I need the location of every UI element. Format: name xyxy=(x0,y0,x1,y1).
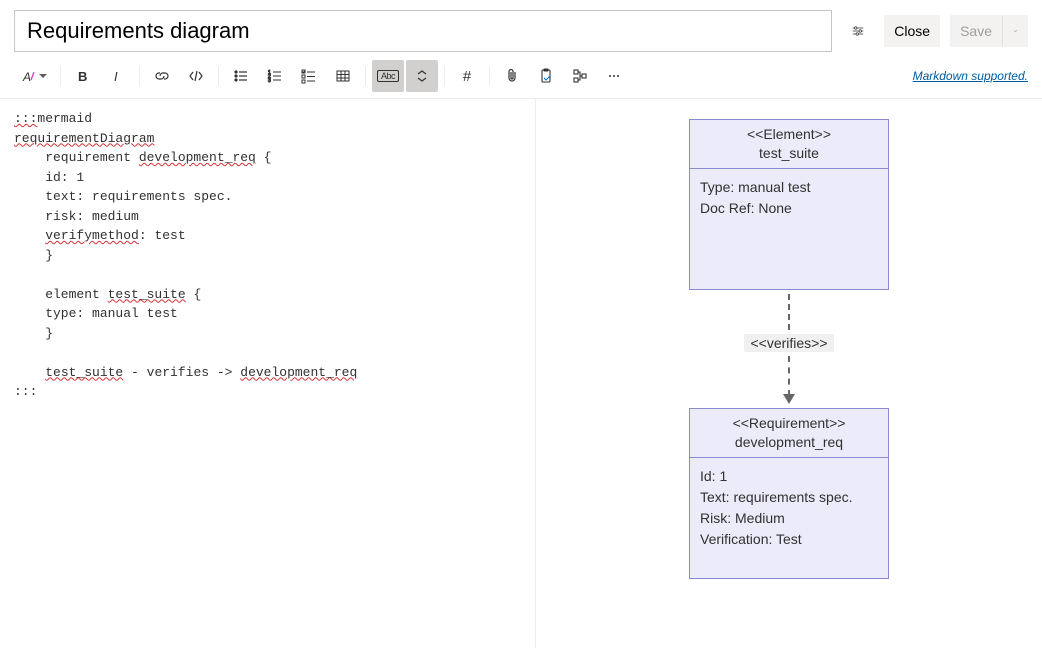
edge-line-icon xyxy=(788,356,790,396)
italic-icon: I xyxy=(109,68,125,84)
heading-button[interactable]: # xyxy=(451,60,483,92)
table-button[interactable] xyxy=(327,60,359,92)
element-type-row: Type: manual test xyxy=(700,177,878,198)
link-button[interactable] xyxy=(146,60,178,92)
clipboard-button[interactable] xyxy=(530,60,562,92)
more-button[interactable] xyxy=(598,60,630,92)
link-icon xyxy=(154,68,170,84)
requirement-node: <<Requirement>> development_req Id: 1 Te… xyxy=(689,408,889,579)
close-button[interactable]: Close xyxy=(884,15,940,47)
separator xyxy=(60,66,61,86)
bullet-list-icon xyxy=(233,68,249,84)
save-button-group: Save xyxy=(950,15,1028,47)
element-node-header: <<Element>> test_suite xyxy=(690,120,888,169)
separator xyxy=(365,66,366,86)
requirement-text-row: Text: requirements spec. xyxy=(700,487,878,508)
work-item-button[interactable] xyxy=(564,60,596,92)
save-dropdown-button[interactable] xyxy=(1002,15,1028,47)
bold-icon: B xyxy=(75,68,91,84)
chevron-down-icon xyxy=(1013,26,1018,36)
font-style-icon: A xyxy=(21,68,37,84)
sliders-icon xyxy=(852,25,864,37)
abc-icon: Abc xyxy=(377,70,399,82)
code-button[interactable] xyxy=(180,60,212,92)
separator xyxy=(139,66,140,86)
bold-button[interactable]: B xyxy=(67,60,99,92)
settings-button[interactable] xyxy=(842,15,874,47)
requirement-stereotype: <<Requirement>> xyxy=(696,414,882,433)
separator xyxy=(218,66,219,86)
separator xyxy=(489,66,490,86)
more-icon xyxy=(606,68,622,84)
preview-pane: <<Element>> test_suite Type: manual test… xyxy=(536,99,1042,648)
toolbar: A B I 123 Abc # Markdown supported. xyxy=(0,58,1042,99)
svg-text:A: A xyxy=(22,70,31,84)
attachment-button[interactable] xyxy=(496,60,528,92)
requirement-risk-row: Risk: Medium xyxy=(700,508,878,529)
element-docref-row: Doc Ref: None xyxy=(700,198,878,219)
bullet-list-button[interactable] xyxy=(225,60,257,92)
clipboard-icon xyxy=(538,68,554,84)
paperclip-icon xyxy=(504,68,520,84)
separator xyxy=(444,66,445,86)
edge-label: <<verifies>> xyxy=(744,334,833,352)
edge: <<verifies>> xyxy=(679,294,899,404)
arrowhead-icon xyxy=(783,394,795,404)
main-area: :::mermaid requirementDiagram requiremen… xyxy=(0,99,1042,648)
save-button[interactable]: Save xyxy=(950,15,1002,47)
element-name: test_suite xyxy=(696,144,882,163)
svg-text:I: I xyxy=(114,69,118,84)
table-icon xyxy=(335,68,351,84)
title-input[interactable] xyxy=(14,10,832,52)
requirement-node-header: <<Requirement>> development_req xyxy=(690,409,888,458)
numbered-list-button[interactable]: 123 xyxy=(259,60,291,92)
svg-text:3: 3 xyxy=(268,78,271,84)
collapse-button[interactable] xyxy=(406,60,438,92)
element-stereotype: <<Element>> xyxy=(696,125,882,144)
markdown-supported-link[interactable]: Markdown supported. xyxy=(913,69,1028,83)
source-editor[interactable]: :::mermaid requirementDiagram requiremen… xyxy=(0,99,536,648)
element-node-body: Type: manual test Doc Ref: None xyxy=(690,169,888,289)
svg-text:B: B xyxy=(78,69,87,84)
requirement-name: development_req xyxy=(696,433,882,452)
element-node: <<Element>> test_suite Type: manual test… xyxy=(689,119,889,290)
requirement-id-row: Id: 1 xyxy=(700,466,878,487)
requirement-node-body: Id: 1 Text: requirements spec. Risk: Med… xyxy=(690,458,888,578)
requirement-diagram: <<Element>> test_suite Type: manual test… xyxy=(679,119,899,579)
numbered-list-icon: 123 xyxy=(267,68,283,84)
abc-button[interactable]: Abc xyxy=(372,60,404,92)
checklist-button[interactable] xyxy=(293,60,325,92)
code-icon xyxy=(188,68,204,84)
hash-icon: # xyxy=(463,68,471,85)
requirement-verification-row: Verification: Test xyxy=(700,529,878,550)
header-bar: Close Save xyxy=(0,0,1042,58)
collapse-icon xyxy=(414,68,430,84)
edge-line-icon xyxy=(788,294,790,330)
font-style-button[interactable]: A xyxy=(14,60,54,92)
work-item-icon xyxy=(572,68,588,84)
italic-button[interactable]: I xyxy=(101,60,133,92)
checklist-icon xyxy=(301,68,317,84)
